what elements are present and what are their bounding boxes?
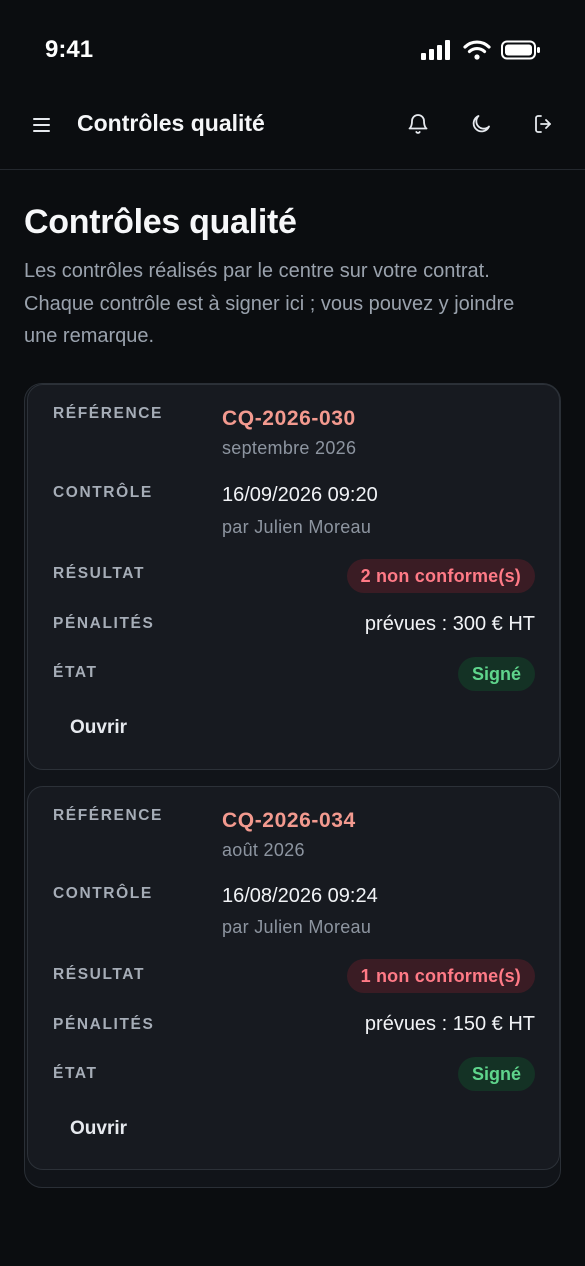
status-icons [421, 40, 541, 60]
bell-icon [406, 112, 430, 136]
status-bar: 9:41 [0, 0, 585, 96]
penalites-label: PÉNALITÉS [53, 615, 155, 632]
period-value: septembre 2026 [222, 438, 357, 458]
state-badge: Signé [457, 657, 535, 691]
period-value: août 2026 [222, 840, 305, 860]
etat-label: ÉTAT [53, 1065, 98, 1082]
reference-value: CQ-2026-030 [222, 407, 356, 430]
open-button[interactable]: Ouvrir [54, 708, 143, 748]
logout-button[interactable] [529, 109, 559, 139]
header-title: Contrôles qualité [77, 110, 265, 136]
control-card: RÉFÉRENCE CQ-2026-034 août 2026 CONTRÔLE… [27, 786, 560, 1170]
reference-label: RÉFÉRENCE [53, 405, 163, 422]
app-header: Contrôles qualité [0, 96, 585, 170]
menu-icon [32, 117, 52, 133]
control-datetime: 16/08/2026 09:24 [222, 885, 378, 907]
page-description: Les contrôles réalisés par le centre sur… [24, 260, 515, 347]
battery-icon [501, 40, 541, 60]
result-badge: 1 non conforme(s) [346, 959, 535, 993]
resultat-label: RÉSULTAT [53, 966, 146, 983]
reference-value: CQ-2026-034 [222, 809, 356, 832]
moon-icon [469, 112, 493, 136]
reference-label: RÉFÉRENCE [53, 807, 163, 824]
penalites-label: PÉNALITÉS [53, 1016, 155, 1033]
controller-name: par Julien Moreau [222, 917, 372, 937]
controle-label: CONTRÔLE [53, 484, 153, 501]
controle-label: CONTRÔLE [53, 885, 153, 902]
state-badge: Signé [457, 1057, 535, 1091]
signal-icon [421, 40, 453, 60]
resultat-label: RÉSULTAT [53, 565, 146, 582]
control-card: RÉFÉRENCE CQ-2026-030 septembre 2026 CON… [27, 384, 560, 770]
penalties-value: prévues : 150 € HT [364, 1013, 535, 1035]
logout-icon [532, 112, 556, 136]
control-datetime: 16/09/2026 09:20 [222, 484, 378, 506]
menu-button[interactable] [28, 111, 56, 139]
open-button[interactable]: Ouvrir [54, 1109, 143, 1149]
result-badge: 2 non conforme(s) [346, 559, 535, 593]
theme-toggle-button[interactable] [466, 109, 496, 139]
page-title: Contrôles qualité [24, 203, 297, 241]
controller-name: par Julien Moreau [222, 517, 372, 537]
controls-list: RÉFÉRENCE CQ-2026-030 septembre 2026 CON… [24, 383, 561, 1188]
wifi-icon [463, 40, 491, 60]
etat-label: ÉTAT [53, 664, 98, 681]
penalties-value: prévues : 300 € HT [364, 613, 535, 635]
status-time: 9:41 [45, 36, 94, 63]
notifications-button[interactable] [403, 109, 433, 139]
